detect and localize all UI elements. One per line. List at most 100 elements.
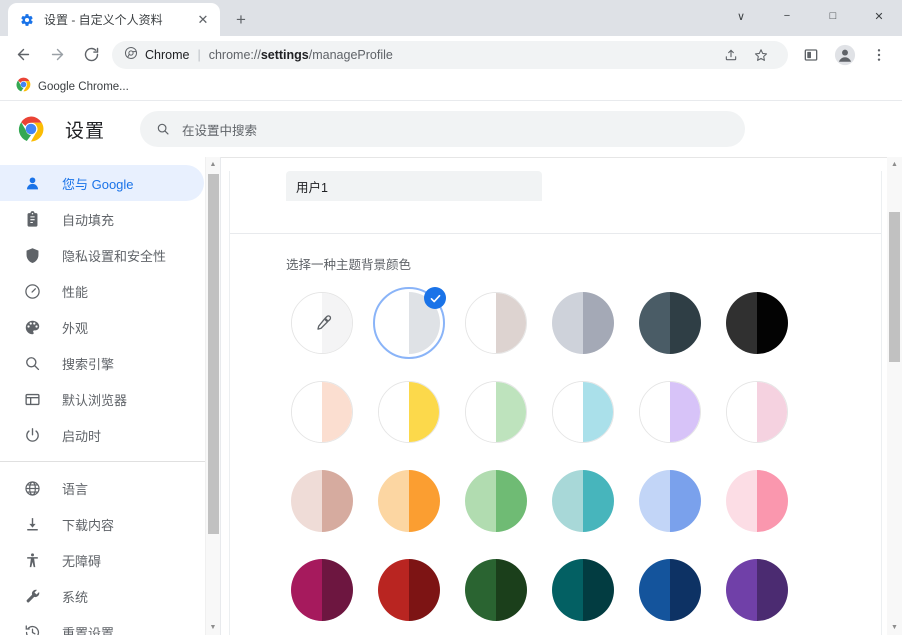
sidebar-item-appearance[interactable]: 外观 <box>0 309 204 345</box>
sidebar-item-accessibility[interactable]: 无障碍 <box>0 542 204 578</box>
new-tab-button[interactable]: + <box>227 5 255 33</box>
eyedropper-icon <box>286 289 358 357</box>
sidebar-item-languages[interactable]: 语言 <box>0 470 204 506</box>
sidebar-scrollbar[interactable]: ▲ ▼ <box>205 157 220 635</box>
minimize-icon[interactable]: − <box>764 0 810 32</box>
theme-rose[interactable] <box>286 467 358 535</box>
sidebar-item-label: 性能 <box>62 284 89 300</box>
bookmark-item[interactable]: Google Chrome... <box>10 74 135 100</box>
share-icon[interactable] <box>720 44 742 66</box>
address-bar[interactable]: Chrome | chrome://settings/manageProfile <box>112 40 788 69</box>
swatch-left-half <box>552 470 583 532</box>
theme-pink[interactable] <box>721 467 793 535</box>
swatch-left-half <box>552 559 583 621</box>
theme-light-cyan[interactable] <box>547 378 619 446</box>
page-scrollbar-thumb[interactable] <box>889 212 900 362</box>
swatch-left-half <box>727 382 757 442</box>
theme-navy[interactable] <box>634 556 706 624</box>
theme-red-dark[interactable] <box>373 556 445 624</box>
theme-default-grey[interactable] <box>373 287 446 359</box>
theme-green[interactable] <box>460 467 532 535</box>
theme-cool-grey[interactable] <box>547 289 619 357</box>
color-swatch <box>639 292 701 354</box>
custom-color-picker[interactable] <box>286 289 358 357</box>
search-icon <box>156 122 170 136</box>
theme-light-pink[interactable] <box>721 378 793 446</box>
sidebar-item-reset-settings[interactable]: 重置设置 <box>0 614 204 635</box>
sidebar-item-autofill[interactable]: 自动填充 <box>0 201 204 237</box>
chrome-favicon-icon <box>16 77 31 97</box>
theme-teal[interactable] <box>547 467 619 535</box>
color-swatch <box>378 470 440 532</box>
swatch-right-half <box>757 292 788 354</box>
sidebar-item-system[interactable]: 系统 <box>0 578 204 614</box>
maximize-icon[interactable]: □ <box>810 0 856 32</box>
page-scrollbar[interactable]: ▲ ▼ <box>887 157 902 635</box>
reload-icon[interactable] <box>77 41 105 69</box>
sidebar-divider <box>0 461 220 462</box>
profile-name-input[interactable]: 用户1 <box>286 171 542 201</box>
swatch-right-half <box>583 470 614 532</box>
sidebar-item-privacy-security[interactable]: 隐私设置和安全性 <box>0 237 204 273</box>
sidebar-item-downloads[interactable]: 下载内容 <box>0 506 204 542</box>
color-swatch <box>552 292 614 354</box>
browser-window: 设置 - 自定义个人资料 ✕ + ∨ − □ ✕ Chrome | chrome… <box>0 0 902 635</box>
bookmark-star-icon[interactable] <box>750 44 772 66</box>
theme-light-green[interactable] <box>460 378 532 446</box>
chrome-logo-icon <box>124 46 138 63</box>
forward-icon[interactable] <box>43 41 71 69</box>
scroll-up-icon[interactable]: ▲ <box>206 157 220 172</box>
theme-black[interactable] <box>721 289 793 357</box>
sidebar-item-search-engine[interactable]: 搜索引擎 <box>0 345 204 381</box>
scroll-down-icon[interactable]: ▼ <box>206 620 220 635</box>
sidebar-item-performance[interactable]: 性能 <box>0 273 204 309</box>
close-icon[interactable]: ✕ <box>194 11 212 29</box>
tab-search-icon[interactable]: ∨ <box>718 0 764 32</box>
tab-strip: 设置 - 自定义个人资料 ✕ + ∨ − □ ✕ <box>0 0 902 36</box>
color-swatch <box>639 470 701 532</box>
color-swatch <box>726 470 788 532</box>
sidebar-item-you-and-google[interactable]: 您与 Google <box>0 165 204 201</box>
search-input[interactable]: 在设置中搜索 <box>140 111 746 147</box>
theme-warm-beige[interactable] <box>460 289 532 357</box>
theme-light-purple[interactable] <box>634 378 706 446</box>
scroll-up-icon[interactable]: ▲ <box>887 157 902 172</box>
swatch-right-half <box>757 382 787 442</box>
settings-sidebar: 您与 Google 自动填充 隐私设置和安全性 性能 外观 搜索引擎 默认浏览器… <box>0 157 220 635</box>
sidebar-item-default-browser[interactable]: 默认浏览器 <box>0 381 204 417</box>
theme-violet-dark[interactable] <box>721 556 793 624</box>
section-divider <box>230 233 881 234</box>
color-swatch <box>291 381 353 443</box>
search-icon <box>22 355 42 372</box>
browser-tab[interactable]: 设置 - 自定义个人资料 ✕ <box>8 3 220 36</box>
swatch-right-half <box>496 293 526 353</box>
swatch-right-half <box>496 559 527 621</box>
omnibox-scheme-label: Chrome <box>145 47 190 62</box>
theme-orange[interactable] <box>373 467 445 535</box>
swatch-right-half <box>409 559 440 621</box>
color-swatch <box>726 559 788 621</box>
side-panel-icon[interactable] <box>797 41 825 69</box>
chrome-menu-icon[interactable] <box>865 41 893 69</box>
theme-blue[interactable] <box>634 467 706 535</box>
download-icon <box>22 516 42 533</box>
theme-light-peach[interactable] <box>286 378 358 446</box>
swatch-right-half <box>322 470 353 532</box>
theme-magenta-dark[interactable] <box>286 556 358 624</box>
swatch-right-half <box>670 292 701 354</box>
swatch-right-half <box>583 292 614 354</box>
close-window-icon[interactable]: ✕ <box>856 0 902 32</box>
theme-slate-dark[interactable] <box>634 289 706 357</box>
sidebar-scrollbar-thumb[interactable] <box>208 174 219 534</box>
sidebar-item-label: 隐私设置和安全性 <box>62 248 167 264</box>
swatch-left-half <box>553 382 583 442</box>
color-swatch <box>552 559 614 621</box>
theme-light-yellow[interactable] <box>373 378 445 446</box>
theme-forest-dark[interactable] <box>460 556 532 624</box>
sidebar-item-on-startup[interactable]: 启动时 <box>0 417 204 453</box>
back-icon[interactable] <box>9 41 37 69</box>
swatch-right-half <box>496 382 526 442</box>
profile-avatar-icon[interactable] <box>831 41 859 69</box>
scroll-down-icon[interactable]: ▼ <box>887 620 902 635</box>
theme-teal-dark[interactable] <box>547 556 619 624</box>
